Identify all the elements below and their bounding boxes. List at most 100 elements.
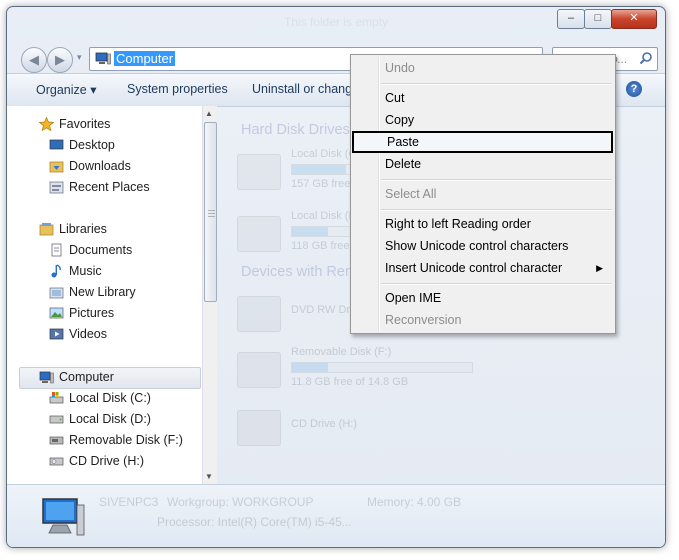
search-icon[interactable]: [639, 51, 653, 65]
scroll-down-arrow-icon[interactable]: ▼: [205, 472, 213, 481]
music-icon: [51, 264, 61, 278]
computer-name: SIVENPC3: [99, 495, 159, 509]
local-disk-d-icon: [237, 216, 281, 252]
sidebar-item-label: Local Disk (C:): [69, 391, 151, 405]
documents-icon: [51, 243, 62, 257]
menu-item-select-all[interactable]: Select All: [353, 183, 611, 205]
sidebar-item-new-library[interactable]: New Library: [49, 282, 136, 302]
removable-disk-f-icon: [237, 352, 281, 388]
removable-drive-icon: [49, 436, 64, 445]
sidebar-item-label: Computer: [59, 370, 114, 384]
sidebar-item-label: CD Drive (H:): [69, 454, 144, 468]
computer-icon: [95, 52, 111, 65]
menu-item-label: Insert Unicode control character: [385, 261, 563, 275]
menu-item-paste[interactable]: Paste: [352, 131, 613, 153]
close-button[interactable]: ✕: [611, 9, 657, 29]
context-menu: Undo Cut Copy Paste Delete Select All Ri…: [350, 54, 616, 334]
forward-button[interactable]: ▶: [47, 47, 73, 73]
sidebar-item-favorites[interactable]: Favorites: [39, 114, 111, 134]
downloads-folder-icon: [49, 161, 64, 173]
scrollbar-thumb[interactable]: — — —: [204, 122, 217, 302]
cd-drive-h-icon: [237, 410, 281, 446]
sidebar-item-label: Downloads: [69, 159, 131, 173]
sidebar-item-documents[interactable]: Documents: [51, 240, 133, 260]
menu-item-copy[interactable]: Copy: [353, 109, 611, 131]
system-drive-icon: [49, 392, 64, 404]
sidebar-item-cd-drive-h[interactable]: CD Drive (H:): [49, 451, 144, 471]
menu-separator: [381, 283, 612, 285]
menu-item-cut[interactable]: Cut: [353, 87, 611, 109]
address-text[interactable]: Computer: [114, 51, 176, 66]
dvd-drive-icon: [237, 296, 281, 332]
sidebar-item-recent-places[interactable]: Recent Places: [49, 177, 150, 197]
drive-f-usage-bar: [291, 362, 473, 373]
sidebar-item-label: Removable Disk (F:): [69, 433, 183, 447]
minimize-button[interactable]: –: [557, 9, 585, 29]
back-button[interactable]: ◀: [21, 47, 47, 73]
menu-item-undo[interactable]: Undo: [353, 57, 611, 79]
memory-text: Memory: 4.00 GB: [367, 495, 462, 509]
title-bar: This folder is empty – □ ✕: [7, 7, 665, 39]
menu-item-rtl-reading-order[interactable]: Right to left Reading order: [353, 213, 611, 235]
menu-item-delete[interactable]: Delete: [353, 153, 611, 175]
sidebar-item-downloads[interactable]: Downloads: [49, 156, 131, 176]
sidebar-item-label: Videos: [69, 327, 107, 341]
workgroup-text: Workgroup: WORKGROUP: [167, 495, 314, 509]
navigation-pane: Favorites Desktop Downloads Recent Place…: [7, 106, 204, 484]
menu-separator: [381, 83, 612, 85]
sidebar-item-label: Favorites: [59, 117, 111, 131]
videos-icon: [49, 328, 64, 340]
sidebar-item-label: Libraries: [59, 222, 107, 236]
desktop-icon: [49, 139, 64, 150]
menu-item-insert-unicode-char[interactable]: Insert Unicode control character ▶: [353, 257, 611, 279]
maximize-button[interactable]: □: [584, 9, 612, 29]
organize-button[interactable]: Organize ▾: [36, 82, 96, 97]
recent-pages-dropdown[interactable]: ▾: [77, 52, 82, 63]
sidebar-item-label: Desktop: [69, 138, 115, 152]
menu-item-reconversion[interactable]: Reconversion: [353, 309, 611, 331]
details-pane: SIVENPC3 Workgroup: WORKGROUP Memory: 4.…: [7, 484, 665, 547]
sidebar-item-label: New Library: [69, 285, 136, 299]
star-icon: [39, 117, 54, 131]
sidebar-item-label: Pictures: [69, 306, 115, 320]
pictures-icon: [49, 307, 64, 319]
libraries-icon: [39, 223, 54, 236]
sidebar-item-removable-disk-f[interactable]: Removable Disk (F:): [49, 430, 183, 450]
menu-item-open-ime[interactable]: Open IME: [353, 287, 611, 309]
group-header-hard-disk-drives[interactable]: Hard Disk Drives: [241, 122, 350, 138]
grip-icon: — — —: [208, 207, 215, 220]
uninstall-button[interactable]: Uninstall or change: [252, 82, 359, 96]
scroll-up-arrow-icon[interactable]: ▲: [205, 109, 213, 118]
computer-icon: [39, 371, 54, 384]
drive-name-f[interactable]: Removable Disk (F:): [291, 346, 391, 358]
sidebar-item-local-disk-d[interactable]: Local Disk (D:): [49, 409, 151, 429]
drive-c-free-space: 157 GB free: [291, 178, 351, 190]
sidebar-item-computer[interactable]: Computer: [39, 367, 114, 387]
sidebar-item-music[interactable]: Music: [51, 261, 102, 281]
sidebar-item-label: Music: [69, 264, 102, 278]
system-properties-button[interactable]: System properties: [127, 82, 228, 96]
sidebar-item-videos[interactable]: Videos: [49, 324, 107, 344]
menu-separator: [381, 179, 612, 181]
sidebar-item-desktop[interactable]: Desktop: [49, 135, 115, 155]
drive-name-h[interactable]: CD Drive (H:): [291, 418, 357, 430]
local-disk-c-icon: [237, 154, 281, 190]
sidebar-item-libraries[interactable]: Libraries: [39, 219, 107, 239]
submenu-arrow-icon: ▶: [596, 263, 603, 273]
menu-item-show-unicode-chars[interactable]: Show Unicode control characters: [353, 235, 611, 257]
help-icon[interactable]: ?: [626, 81, 642, 97]
computer-icon: [42, 498, 85, 536]
sidebar-item-pictures[interactable]: Pictures: [49, 303, 115, 323]
hard-drive-icon: [49, 415, 64, 424]
library-icon: [49, 287, 64, 299]
recent-places-icon: [49, 181, 64, 194]
sidebar-item-local-disk-c[interactable]: Local Disk (C:): [49, 388, 151, 408]
menu-separator: [381, 209, 612, 211]
processor-text: Processor: Intel(R) Core(TM) i5-45...: [157, 515, 352, 529]
sidebar-item-label: Recent Places: [69, 180, 150, 194]
sidebar-item-label: Local Disk (D:): [69, 412, 151, 426]
navigation-scrollbar[interactable]: ▲ — — — ▼: [202, 106, 217, 484]
drive-d-free-space: 118 GB free: [291, 240, 350, 252]
sidebar-item-label: Documents: [69, 243, 133, 257]
cd-drive-icon: [49, 457, 64, 466]
